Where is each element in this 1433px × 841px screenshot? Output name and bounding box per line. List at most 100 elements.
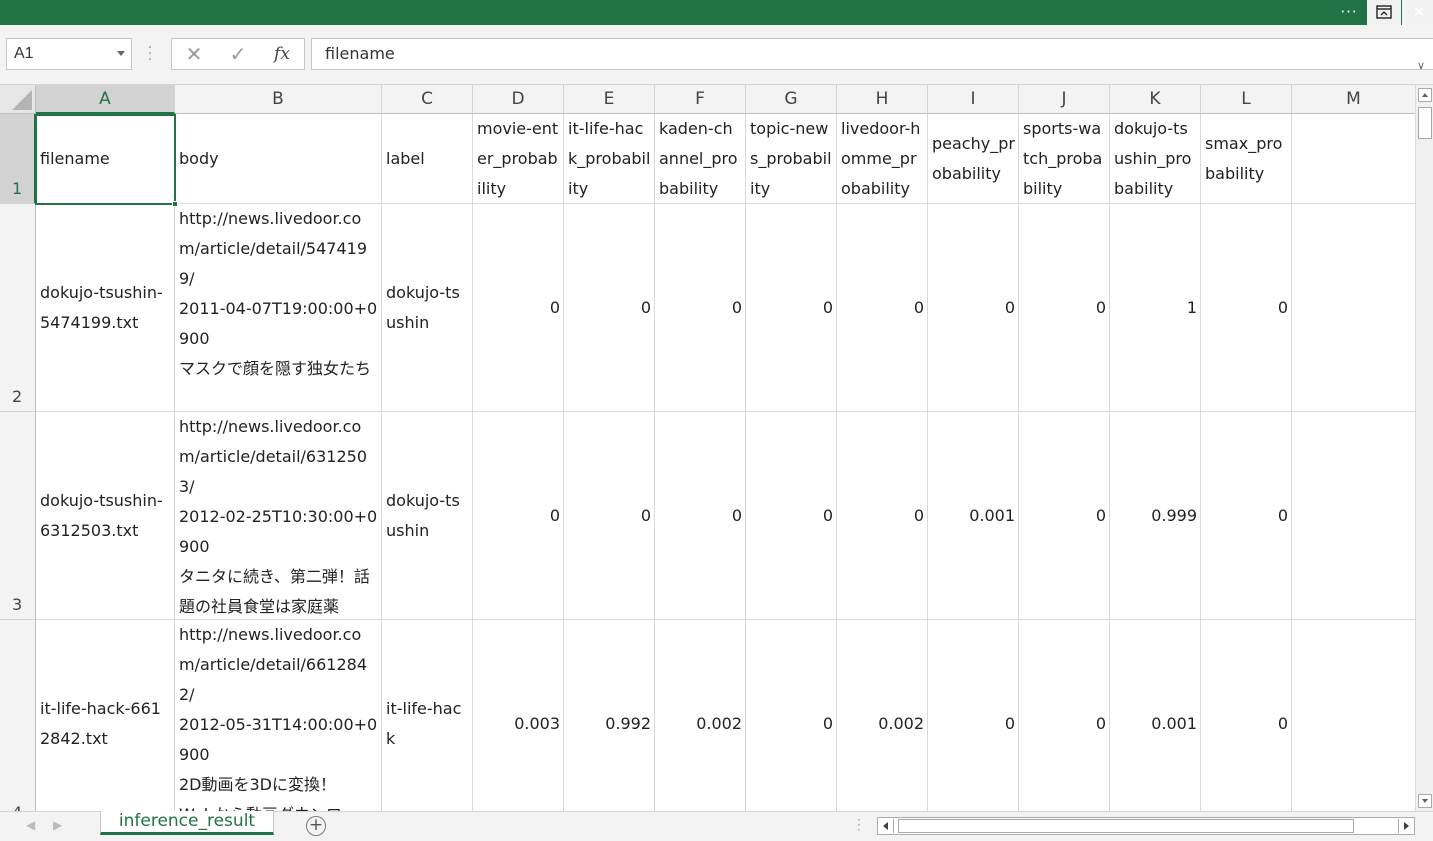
cell-j1[interactable]: sports-watch_probability bbox=[1019, 114, 1110, 204]
more-options-button[interactable]: ··· bbox=[1332, 0, 1366, 25]
cell-j3[interactable]: 0 bbox=[1019, 412, 1110, 620]
enter-icon[interactable]: ✓ bbox=[218, 39, 258, 69]
cell-h4[interactable]: 0.002 bbox=[837, 620, 928, 811]
cell-j4[interactable]: 0 bbox=[1019, 620, 1110, 811]
vertical-scroll-thumb[interactable] bbox=[1418, 107, 1432, 139]
cell-text: dokujo-tsushin-6312503.txt bbox=[40, 490, 163, 540]
column-header-e[interactable]: E bbox=[564, 85, 655, 114]
previous-sheet-icon[interactable]: ◀ bbox=[26, 818, 35, 832]
cell-text: movie-enter_probability bbox=[477, 118, 559, 198]
cell-e2[interactable]: 0 bbox=[564, 204, 655, 412]
cell-f3[interactable]: 0 bbox=[655, 412, 746, 620]
cancel-icon[interactable]: ✕ bbox=[174, 39, 214, 69]
cell-a3[interactable]: dokujo-tsushin-6312503.txt bbox=[36, 412, 175, 620]
cell-m2[interactable] bbox=[1292, 204, 1415, 412]
cell-e3[interactable]: 0 bbox=[564, 412, 655, 620]
column-header-c[interactable]: C bbox=[382, 85, 473, 114]
select-all-button[interactable] bbox=[0, 85, 36, 114]
cell-b1[interactable]: body bbox=[175, 114, 382, 204]
horizontal-scrollbar[interactable] bbox=[877, 817, 1415, 835]
cell-d4[interactable]: 0.003 bbox=[473, 620, 564, 811]
cell-l4[interactable]: 0 bbox=[1201, 620, 1292, 811]
next-sheet-icon[interactable]: ▶ bbox=[53, 818, 62, 832]
cell-e4[interactable]: 0.992 bbox=[564, 620, 655, 811]
column-header-d[interactable]: D bbox=[473, 85, 564, 114]
scroll-left-icon[interactable] bbox=[879, 819, 894, 833]
cell-i4[interactable]: 0 bbox=[928, 620, 1019, 811]
cell-c3[interactable]: dokujo-tsushin bbox=[382, 412, 473, 620]
cell-d3[interactable]: 0 bbox=[473, 412, 564, 620]
cell-g1[interactable]: topic-news_probability bbox=[746, 114, 837, 204]
cell-k1[interactable]: dokujo-tsushin_probability bbox=[1110, 114, 1201, 204]
cell-m4[interactable] bbox=[1292, 620, 1415, 811]
row-header-2[interactable]: 2 bbox=[0, 204, 36, 412]
column-header-l[interactable]: L bbox=[1201, 85, 1292, 114]
cell-text: 0.999 bbox=[1151, 505, 1197, 525]
cell-c4[interactable]: it-life-hack bbox=[382, 620, 473, 811]
formula-input[interactable]: filename ∨ bbox=[311, 38, 1433, 72]
cell-j2[interactable]: 0 bbox=[1019, 204, 1110, 412]
horizontal-scroll-thumb[interactable] bbox=[898, 819, 1354, 833]
cell-b4[interactable]: http://news.livedoor.com/article/detail/… bbox=[175, 620, 382, 811]
cell-h3[interactable]: 0 bbox=[837, 412, 928, 620]
cell-m3[interactable] bbox=[1292, 412, 1415, 620]
cell-text: 0.002 bbox=[878, 713, 924, 733]
cell-k4[interactable]: 0.001 bbox=[1110, 620, 1201, 811]
cell-k2[interactable]: 1 bbox=[1110, 204, 1201, 412]
cell-b3[interactable]: http://news.livedoor.com/article/detail/… bbox=[175, 412, 382, 620]
formula-bar-grip-icon[interactable]: · · · bbox=[146, 41, 154, 67]
row-header-3[interactable]: 3 bbox=[0, 412, 36, 620]
row-header-1[interactable]: 1 bbox=[0, 114, 36, 204]
row-header-4[interactable]: 4 bbox=[0, 620, 36, 811]
cell-c1[interactable]: label bbox=[382, 114, 473, 204]
cell-f1[interactable]: kaden-channel_probability bbox=[655, 114, 746, 204]
cell-f4[interactable]: 0.002 bbox=[655, 620, 746, 811]
scroll-right-icon[interactable] bbox=[1398, 819, 1413, 833]
cell-a1[interactable]: filename bbox=[36, 114, 175, 204]
column-header-f[interactable]: F bbox=[655, 85, 746, 114]
restore-button[interactable] bbox=[1367, 0, 1401, 25]
cell-i2[interactable]: 0 bbox=[928, 204, 1019, 412]
column-header-i[interactable]: I bbox=[928, 85, 1019, 114]
cell-e1[interactable]: it-life-hack_probability bbox=[564, 114, 655, 204]
add-sheet-icon[interactable]: + bbox=[306, 816, 326, 836]
column-header-g[interactable]: G bbox=[746, 85, 837, 114]
cell-l1[interactable]: smax_probability bbox=[1201, 114, 1292, 204]
column-header-b[interactable]: B bbox=[175, 85, 382, 114]
cell-b2[interactable]: http://news.livedoor.com/article/detail/… bbox=[175, 204, 382, 412]
name-box[interactable]: A1 bbox=[6, 38, 132, 70]
cell-i3[interactable]: 0.001 bbox=[928, 412, 1019, 620]
cell-a2[interactable]: dokujo-tsushin-5474199.txt bbox=[36, 204, 175, 412]
expand-formula-icon[interactable]: ∨ bbox=[1417, 51, 1425, 81]
cell-f2[interactable]: 0 bbox=[655, 204, 746, 412]
cell-d1[interactable]: movie-enter_probability bbox=[473, 114, 564, 204]
close-button[interactable]: ✕ bbox=[1402, 0, 1433, 25]
column-header-k[interactable]: K bbox=[1110, 85, 1201, 114]
insert-function-button[interactable]: fx bbox=[262, 39, 302, 69]
cell-c2[interactable]: dokujo-tsushin bbox=[382, 204, 473, 412]
cell-m1[interactable] bbox=[1292, 114, 1415, 204]
scroll-down-icon[interactable] bbox=[1418, 794, 1432, 808]
cell-k3[interactable]: 0.999 bbox=[1110, 412, 1201, 620]
cell-g4[interactable]: 0 bbox=[746, 620, 837, 811]
tab-split-handle-icon[interactable]: · · · bbox=[857, 814, 865, 836]
cell-h1[interactable]: livedoor-homme_probability bbox=[837, 114, 928, 204]
column-header-a[interactable]: A bbox=[36, 85, 175, 114]
cell-g3[interactable]: 0 bbox=[746, 412, 837, 620]
cell-h2[interactable]: 0 bbox=[837, 204, 928, 412]
cell-text: 0 bbox=[1277, 713, 1288, 733]
vertical-scrollbar[interactable] bbox=[1415, 85, 1433, 811]
cell-i1[interactable]: peachy_probability bbox=[928, 114, 1019, 204]
cell-g2[interactable]: 0 bbox=[746, 204, 837, 412]
column-header-m[interactable]: M bbox=[1292, 85, 1415, 114]
cell-l3[interactable]: 0 bbox=[1201, 412, 1292, 620]
chevron-down-icon[interactable] bbox=[117, 51, 125, 56]
column-header-j[interactable]: J bbox=[1019, 85, 1110, 114]
sheet-tab-inference-result[interactable]: inference_result bbox=[100, 811, 274, 835]
cell-a4[interactable]: it-life-hack-6612842.txt bbox=[36, 620, 175, 811]
cell-d2[interactable]: 0 bbox=[473, 204, 564, 412]
column-header-h[interactable]: H bbox=[837, 85, 928, 114]
worksheet-grid[interactable]: ABCDEFGHIJKLM 1 2 3 4 filename body label movi… bbox=[0, 85, 1415, 811]
scroll-up-icon[interactable] bbox=[1418, 88, 1432, 102]
cell-l2[interactable]: 0 bbox=[1201, 204, 1292, 412]
